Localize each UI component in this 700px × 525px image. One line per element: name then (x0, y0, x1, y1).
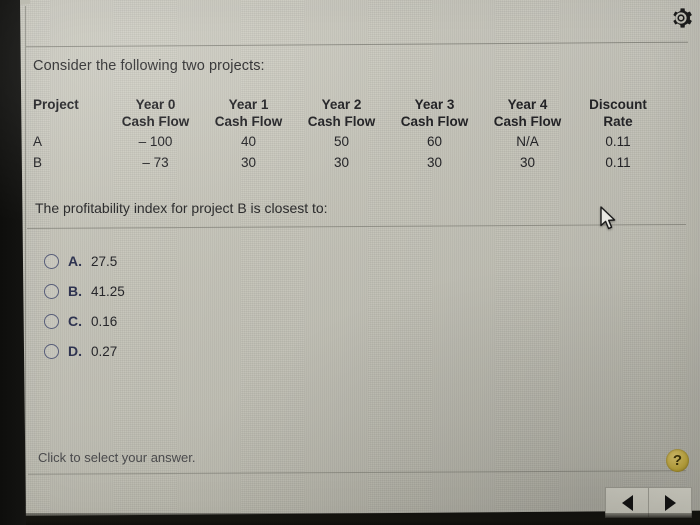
question-text: The profitability index for project B is… (35, 200, 328, 216)
cell-year3: 30 (426, 155, 443, 170)
option-d-value: 0.27 (91, 343, 118, 359)
cell-year3: 60 (426, 134, 443, 149)
header-year2: Year 2 Cash Flow (307, 97, 376, 129)
page-left-rule (25, 6, 26, 506)
radio-button-c[interactable] (44, 313, 59, 329)
header-year1: Year 1 Cash Flow (214, 97, 283, 129)
cash-flow-table: Project Year 0 Cash Flow Year 1 Cash Flo… (33, 96, 662, 173)
header-year4: Year 4 Cash Flow (493, 97, 562, 129)
help-label: ? (672, 452, 683, 469)
cell-year0: – 100 (138, 134, 173, 149)
cell-rate: 0.11 (605, 134, 631, 149)
option-b-value: 41.25 (91, 283, 125, 299)
option-a-letter: A. (68, 253, 82, 269)
monitor-photo: Consider the following two projects: Pro… (0, 0, 700, 525)
answer-options: A. 27.5 B. 41.25 C. 0.16 D. 0.27 (44, 246, 125, 366)
cell-year4: 30 (519, 155, 536, 170)
monitor-bezel-bottom (0, 513, 700, 525)
table-header-row: Project Year 0 Cash Flow Year 1 Cash Flo… (33, 96, 662, 131)
triangle-right-icon (664, 494, 676, 511)
radio-button-a[interactable] (44, 253, 59, 269)
option-d[interactable]: D. 0.27 (44, 336, 125, 366)
mouse-cursor (600, 206, 616, 230)
option-c[interactable]: C. 0.16 (44, 306, 125, 336)
table-row: B – 73 30 30 30 30 0.11 (33, 152, 662, 173)
cell-year2: 50 (333, 134, 350, 149)
prompt-text: Consider the following two projects: (33, 58, 265, 74)
cell-year2: 30 (333, 155, 350, 170)
triangle-left-icon (621, 494, 633, 511)
radio-button-b[interactable] (44, 283, 59, 299)
selection-hint: Click to select your answer. (38, 450, 196, 465)
table-row: A – 100 40 50 60 N/A 0.11 (33, 131, 662, 152)
cell-project: A (33, 134, 43, 149)
option-b[interactable]: B. 41.25 (44, 276, 125, 306)
cell-year1: 30 (240, 155, 257, 170)
cell-rate: 0.11 (605, 155, 631, 170)
header-project: Project (33, 97, 79, 112)
header-discount-rate: Discount Rate (589, 97, 647, 129)
header-year3: Year 3 Cash Flow (400, 97, 469, 129)
option-a-value: 27.5 (91, 253, 118, 269)
option-c-letter: C. (68, 313, 82, 329)
cell-project: B (33, 155, 43, 170)
option-d-letter: D. (68, 343, 82, 359)
gear-icon[interactable] (669, 6, 693, 30)
header-year0: Year 0 Cash Flow (121, 97, 190, 129)
help-button[interactable]: ? (666, 449, 689, 472)
option-b-letter: B. (68, 283, 82, 299)
cell-year4: N/A (516, 134, 539, 149)
radio-button-d[interactable] (44, 343, 59, 359)
option-a[interactable]: A. 27.5 (44, 246, 125, 276)
cell-year1: 40 (240, 134, 257, 149)
cell-year0: – 73 (142, 155, 169, 170)
option-c-value: 0.16 (91, 313, 118, 329)
